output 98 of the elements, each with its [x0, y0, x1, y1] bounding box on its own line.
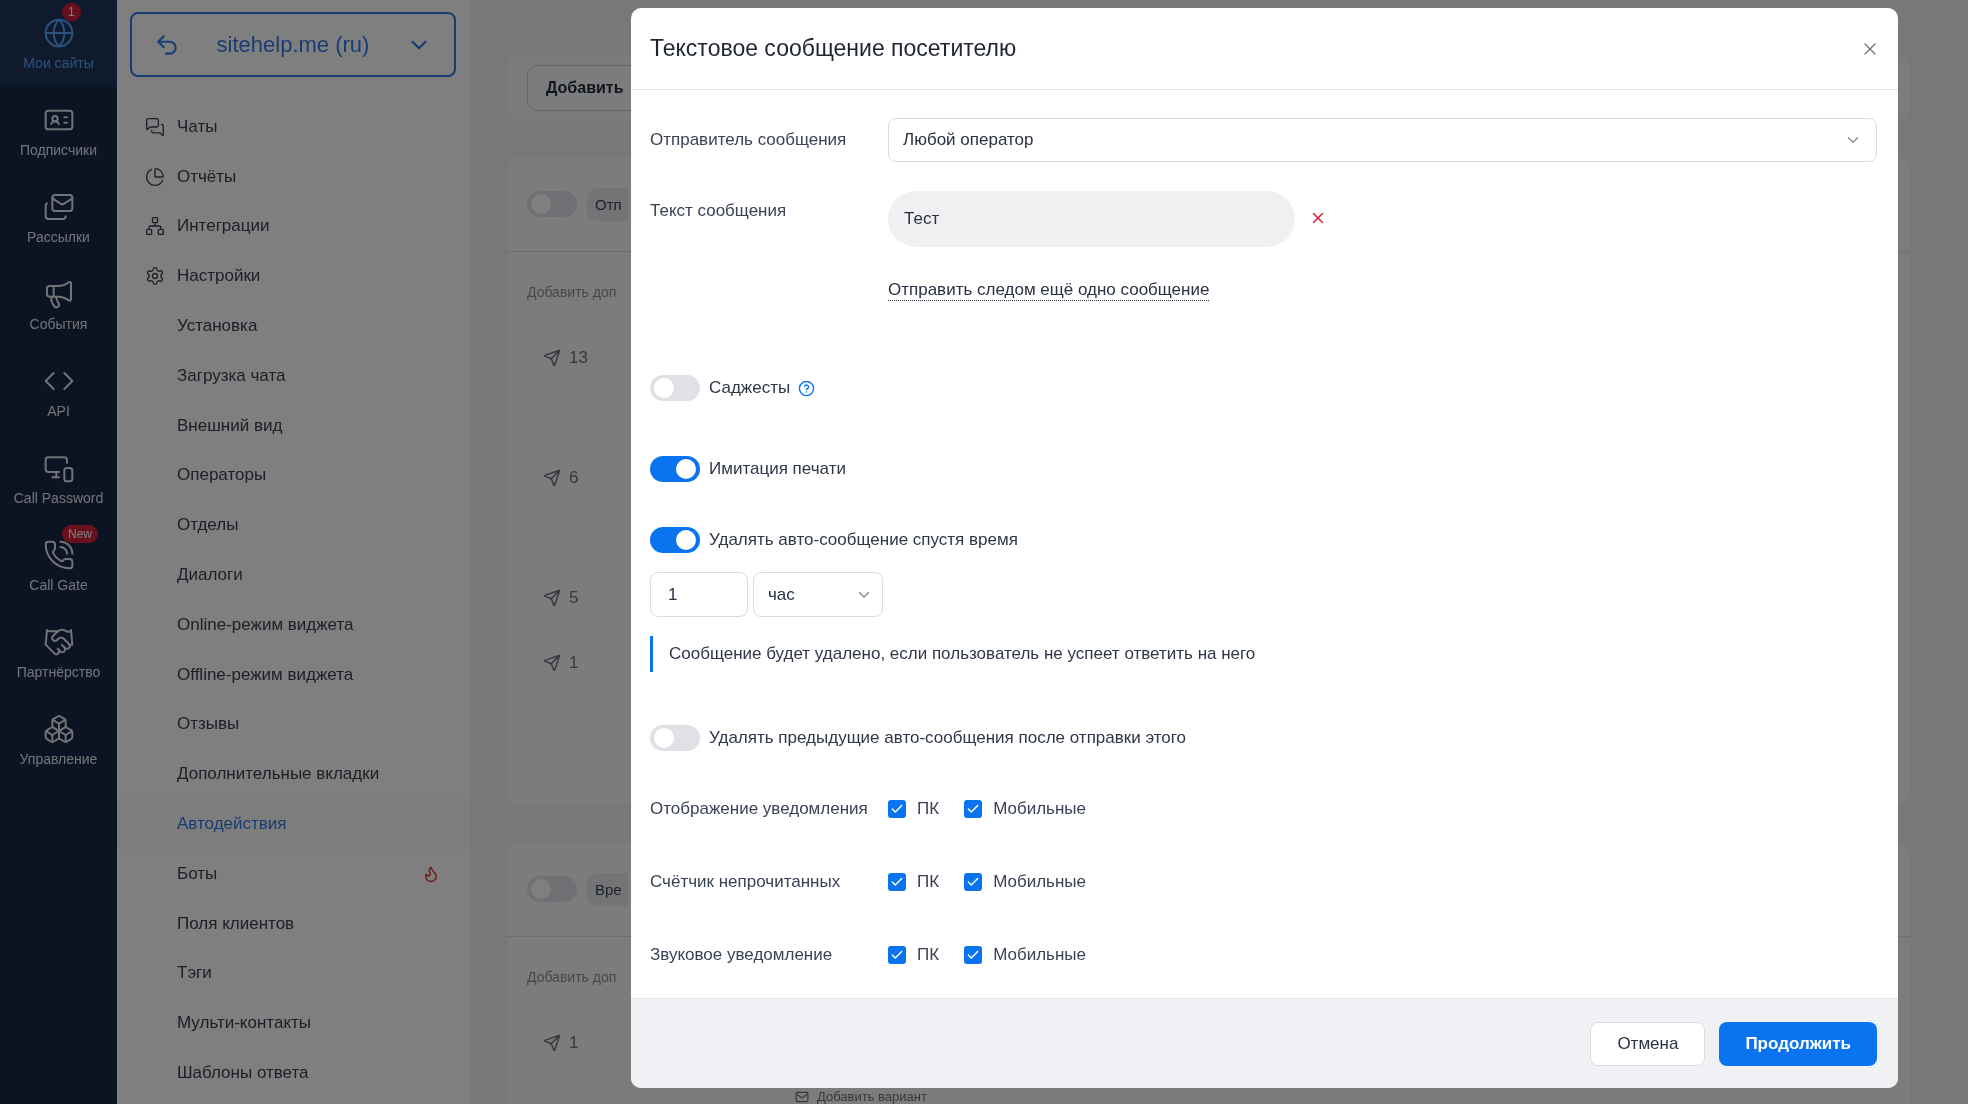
rail-item[interactable]: API: [0, 348, 117, 435]
check-icon: [890, 802, 904, 816]
count-text: 5: [569, 588, 579, 608]
nav-item[interactable]: Шаблоны ответа: [117, 1048, 470, 1098]
settings-icon: [145, 266, 165, 287]
nav-item[interactable]: Боты: [117, 848, 470, 899]
rail-item[interactable]: New Call Gate: [0, 522, 117, 609]
toggle-switch[interactable]: [650, 725, 700, 751]
nav-item[interactable]: Интеграции: [117, 201, 470, 252]
rail-label: События: [29, 315, 88, 332]
nav-item[interactable]: Чаты: [117, 102, 470, 152]
rail-label: Call Gate: [29, 576, 88, 593]
badge: 1: [62, 3, 81, 21]
count-text: 6: [569, 468, 579, 488]
chevron-down-icon: [858, 591, 870, 598]
message-bubble[interactable]: Тест: [888, 191, 1295, 247]
nav-item[interactable]: Мульти-контакты: [117, 998, 470, 1049]
send-icon: [543, 469, 561, 487]
toggle-label: Удалять предыдущие авто-сообщения после отправки этого: [709, 728, 1187, 748]
nav-item[interactable]: Дополнительные вкладки: [117, 749, 470, 800]
checkbox-option[interactable]: ПК: [888, 799, 940, 819]
nav-item[interactable]: Отделы: [117, 500, 470, 551]
rail-label: Партнёрство: [16, 663, 101, 680]
field-label: Текст сообщения: [650, 200, 788, 221]
rail-label: API: [47, 402, 70, 419]
send-icon: [543, 654, 561, 672]
help-icon[interactable]: [798, 379, 816, 397]
phone-icon: [42, 538, 75, 571]
checkbox-option[interactable]: ПК: [888, 945, 940, 965]
rail-item[interactable]: Рассылки: [0, 174, 117, 261]
nav-item[interactable]: Тэги: [117, 948, 470, 999]
flame-icon: [422, 864, 440, 883]
toggle-switch[interactable]: [650, 527, 700, 553]
rail-label: Рассылки: [27, 228, 90, 245]
cancel-button[interactable]: Отмена: [1590, 1021, 1706, 1066]
chip: Отп: [587, 187, 628, 221]
checkbox-option[interactable]: Мобильные: [964, 872, 1086, 892]
send-icon: [543, 1034, 561, 1052]
checkbox-option[interactable]: ПК: [888, 872, 940, 892]
add-variant-link[interactable]: Добавить вариант: [795, 1089, 927, 1104]
number-field[interactable]: 1: [650, 572, 748, 617]
nav-item[interactable]: Операторы: [117, 450, 470, 501]
nav-item[interactable]: Настройки: [117, 251, 470, 302]
toggle-label: Удалять авто-сообщение спустя время: [709, 530, 1018, 550]
chip: Вре: [587, 872, 628, 906]
nav-item[interactable]: Поля клиентов: [117, 898, 470, 949]
rail-label: Call Password: [13, 489, 104, 506]
rail-label: Управление: [19, 750, 98, 767]
count-text: 13: [569, 348, 588, 368]
pie-chart-icon: [145, 166, 165, 187]
rail-item[interactable]: События: [0, 261, 117, 348]
cubes-icon: [42, 712, 75, 745]
nav-item[interactable]: Offline-режим виджета: [117, 649, 470, 700]
checkbox-option[interactable]: Мобильные: [964, 945, 1086, 965]
checkbox-option[interactable]: Мобильные: [964, 799, 1086, 819]
add-message-link[interactable]: Отправить следом ещё одно сообщение: [888, 280, 1210, 301]
count-text: 1: [569, 653, 579, 673]
nav-item[interactable]: Отчёты: [117, 151, 470, 202]
toggle-switch[interactable]: [650, 456, 700, 482]
rail-item[interactable]: Управление: [0, 696, 117, 783]
sender-select[interactable]: Любой оператор: [888, 118, 1877, 162]
check-icon: [966, 802, 981, 816]
send-icon: [543, 349, 561, 367]
continue-button[interactable]: Продолжить: [1719, 1021, 1877, 1066]
info-note: Сообщение будет удалено, если пользователь не успеет ответить на него: [650, 636, 1256, 672]
nav-item[interactable]: Online-режим виджета: [117, 599, 470, 650]
check-icon: [966, 875, 981, 889]
nav-item[interactable]: Отзывы: [117, 699, 470, 750]
chat-bubbles-icon: [145, 116, 165, 137]
globe-icon: [42, 16, 75, 49]
rail-item[interactable]: 1 Мои сайты: [0, 0, 117, 87]
rail-item[interactable]: Call Password: [0, 435, 117, 522]
check-icon: [890, 948, 904, 962]
badge: New: [62, 525, 98, 543]
network-icon: [145, 216, 165, 237]
site-selector[interactable]: sitehelp.me (ru): [130, 12, 456, 77]
check-icon: [890, 875, 904, 889]
field-label: Отображение уведомления: [650, 799, 869, 819]
rail-label: Подписчики: [20, 141, 97, 158]
rail-item[interactable]: Партнёрство: [0, 609, 117, 696]
check-icon: [966, 948, 981, 962]
nav-item[interactable]: Установка: [117, 301, 470, 351]
field-label: Звуковое уведомление: [650, 945, 834, 965]
rail-label: Мои сайты: [23, 54, 94, 71]
nav-item[interactable]: Загрузка чата: [117, 351, 470, 401]
toggle-switch[interactable]: [650, 375, 700, 401]
count-text: 1: [569, 1033, 579, 1053]
envelope-icon: [795, 1089, 809, 1104]
field-label: Счётчик непрочитанных: [650, 872, 842, 892]
field-label: Отправитель сообщения: [650, 130, 848, 150]
unit-select[interactable]: час: [753, 572, 883, 617]
nav-item[interactable]: Диалоги: [117, 550, 470, 600]
send-icon: [543, 589, 561, 607]
nav-item[interactable]: Внешний вид: [117, 400, 470, 451]
modal-title: Текстовое сообщение посетителю: [650, 35, 1017, 62]
toggle-label: Саджесты: [709, 378, 791, 398]
rail-item[interactable]: Подписчики: [0, 87, 117, 174]
toggle-label: Имитация печати: [709, 459, 846, 479]
